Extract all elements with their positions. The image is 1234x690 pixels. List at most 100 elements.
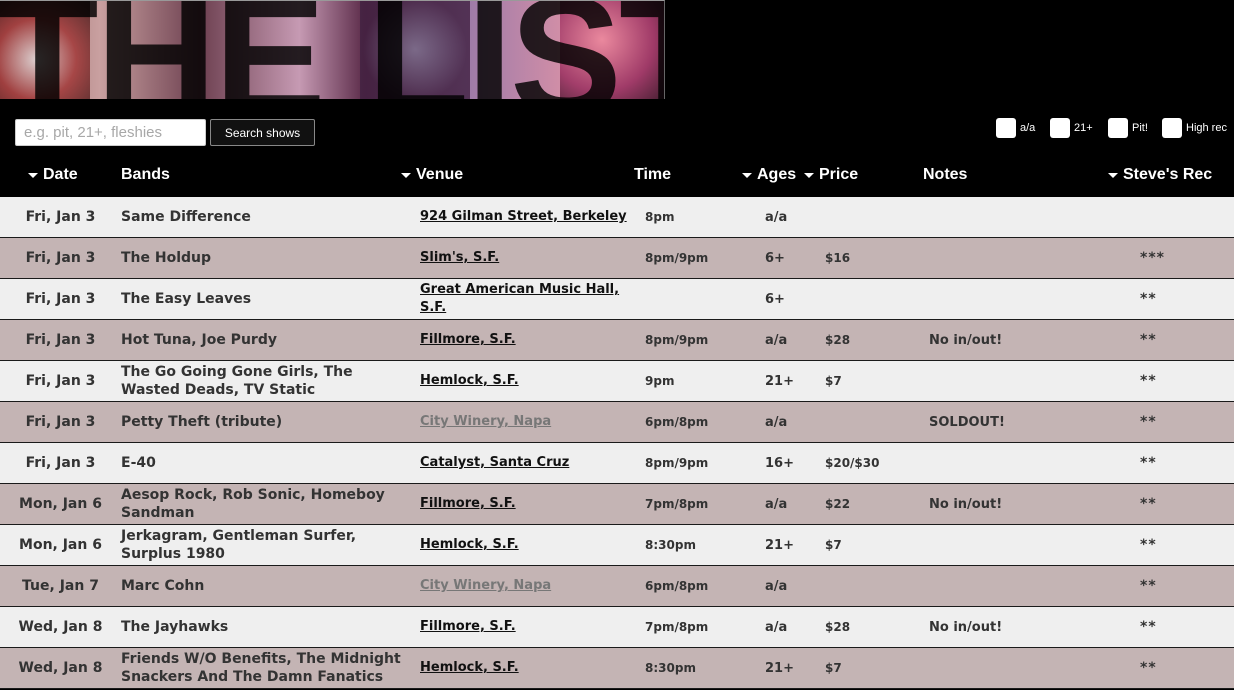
show-notes	[929, 648, 1109, 688]
sort-caret-icon	[28, 172, 38, 178]
venue-link[interactable]: 924 Gilman Street, Berkeley	[420, 208, 627, 226]
show-ages: 21+	[765, 660, 794, 676]
show-ages: 16+	[765, 455, 794, 471]
show-notes: SOLDOUT!	[929, 414, 1005, 430]
venue-link[interactable]: Fillmore, S.F.	[420, 495, 516, 513]
table-row: Wed, Jan 8 Friends W/O Benefits, The Mid…	[0, 648, 1234, 689]
show-rec	[1140, 197, 1220, 237]
show-rec: **	[1140, 619, 1157, 635]
venue-link[interactable]: Hemlock, S.F.	[420, 536, 519, 554]
show-notes	[929, 525, 1109, 565]
show-date: Fri, Jan 3	[25, 414, 96, 430]
show-price: $7	[825, 661, 842, 675]
show-venue: 924 Gilman Street, Berkeley	[420, 197, 635, 237]
show-venue: Great American Music Hall, S.F.	[420, 279, 635, 319]
table-row: Fri, Jan 3 Petty Theft (tribute) City Wi…	[0, 402, 1234, 443]
venue-link[interactable]: Slim's, S.F.	[420, 249, 499, 267]
show-notes	[929, 197, 1109, 237]
filter-label: 21+	[1074, 122, 1093, 134]
filter-21-plus[interactable]: 21+	[1050, 117, 1093, 139]
column-header-ages[interactable]: Ages	[742, 166, 796, 184]
venue-link[interactable]: City Winery, Napa	[420, 577, 551, 595]
show-rec: **	[1140, 332, 1157, 348]
search-shows-button[interactable]: Search shows	[210, 119, 315, 146]
filter-label: High rec	[1186, 122, 1227, 134]
venue-link[interactable]: Fillmore, S.F.	[420, 331, 516, 349]
show-time	[645, 279, 755, 319]
show-rec: **	[1140, 455, 1157, 471]
show-price: $16	[825, 251, 851, 265]
show-venue: Hemlock, S.F.	[420, 648, 635, 688]
show-notes: No in/out!	[929, 496, 1003, 512]
show-time: 7pm/8pm	[645, 620, 709, 634]
filter-high-rec[interactable]: High rec	[1162, 117, 1227, 139]
show-ages: 6+	[765, 291, 785, 307]
show-price	[825, 279, 925, 319]
show-ages: a/a	[765, 414, 788, 430]
table-row: Fri, Jan 3 The Easy Leaves Great America…	[0, 279, 1234, 320]
search-input[interactable]	[15, 119, 206, 146]
show-price: $22	[825, 497, 851, 511]
show-venue: City Winery, Napa	[420, 402, 635, 442]
show-price: $28	[825, 333, 851, 347]
column-header-price[interactable]: Price	[804, 166, 858, 184]
show-rec: **	[1140, 496, 1157, 512]
show-bands: Petty Theft (tribute)	[121, 414, 283, 430]
show-time: 9pm	[645, 374, 675, 388]
show-bands: The Go Going Gone Girls, The Wasted Dead…	[121, 364, 353, 398]
show-bands: The Holdup	[121, 250, 212, 266]
show-price: $28	[825, 620, 851, 634]
show-venue: Slim's, S.F.	[420, 238, 635, 278]
show-ages: a/a	[765, 619, 788, 635]
show-ages: a/a	[765, 496, 788, 512]
show-date: Wed, Jan 8	[18, 660, 103, 676]
show-venue: Hemlock, S.F.	[420, 525, 635, 565]
table-row: Tue, Jan 7 Marc Cohn City Winery, Napa 6…	[0, 566, 1234, 607]
column-header-rec[interactable]: Steve's Rec	[1108, 166, 1212, 184]
venue-link[interactable]: Catalyst, Santa Cruz	[420, 454, 569, 472]
filter-checkbox[interactable]	[996, 118, 1016, 138]
show-ages: 21+	[765, 373, 794, 389]
show-date: Mon, Jan 6	[19, 496, 102, 512]
site-banner[interactable]: THE LIST	[0, 0, 665, 99]
show-time: 6pm/8pm	[645, 415, 709, 429]
show-time: 8pm	[645, 210, 675, 224]
show-bands: Marc Cohn	[121, 578, 205, 594]
show-price	[825, 402, 925, 442]
venue-link[interactable]: Great American Music Hall, S.F.	[420, 281, 635, 317]
filter-checkbox[interactable]	[1162, 118, 1182, 138]
show-bands: Same Difference	[121, 209, 251, 225]
sort-caret-icon	[1108, 172, 1118, 178]
sort-caret-icon	[804, 172, 814, 178]
show-date: Fri, Jan 3	[25, 455, 96, 471]
show-venue: Fillmore, S.F.	[420, 484, 635, 524]
filter-all-ages[interactable]: a/a	[996, 117, 1035, 139]
venue-link[interactable]: City Winery, Napa	[420, 413, 551, 431]
filter-checkbox[interactable]	[1050, 118, 1070, 138]
venue-link[interactable]: Hemlock, S.F.	[420, 372, 519, 390]
show-date: Fri, Jan 3	[25, 209, 96, 225]
show-date: Mon, Jan 6	[19, 537, 102, 553]
column-header-date[interactable]: Date	[28, 166, 78, 184]
show-notes: No in/out!	[929, 332, 1003, 348]
show-ages: a/a	[765, 578, 788, 594]
show-time: 8pm/9pm	[645, 456, 709, 470]
show-date: Tue, Jan 7	[22, 578, 99, 594]
show-rec: ***	[1140, 250, 1165, 266]
filter-label: Pit!	[1132, 122, 1148, 134]
show-rec: **	[1140, 414, 1157, 430]
show-time: 6pm/8pm	[645, 579, 709, 593]
show-time: 8pm/9pm	[645, 251, 709, 265]
venue-link[interactable]: Fillmore, S.F.	[420, 618, 516, 636]
column-header-venue[interactable]: Venue	[401, 166, 463, 184]
show-price	[825, 566, 925, 606]
column-header-notes: Notes	[923, 166, 968, 183]
filter-checkbox[interactable]	[1108, 118, 1128, 138]
show-price: $20/$30	[825, 456, 880, 470]
venue-link[interactable]: Hemlock, S.F.	[420, 659, 519, 677]
filter-pit[interactable]: Pit!	[1108, 117, 1148, 139]
show-rec: **	[1140, 373, 1157, 389]
show-date: Fri, Jan 3	[25, 250, 96, 266]
column-header-time: Time	[634, 166, 672, 183]
show-ages: a/a	[765, 332, 788, 348]
